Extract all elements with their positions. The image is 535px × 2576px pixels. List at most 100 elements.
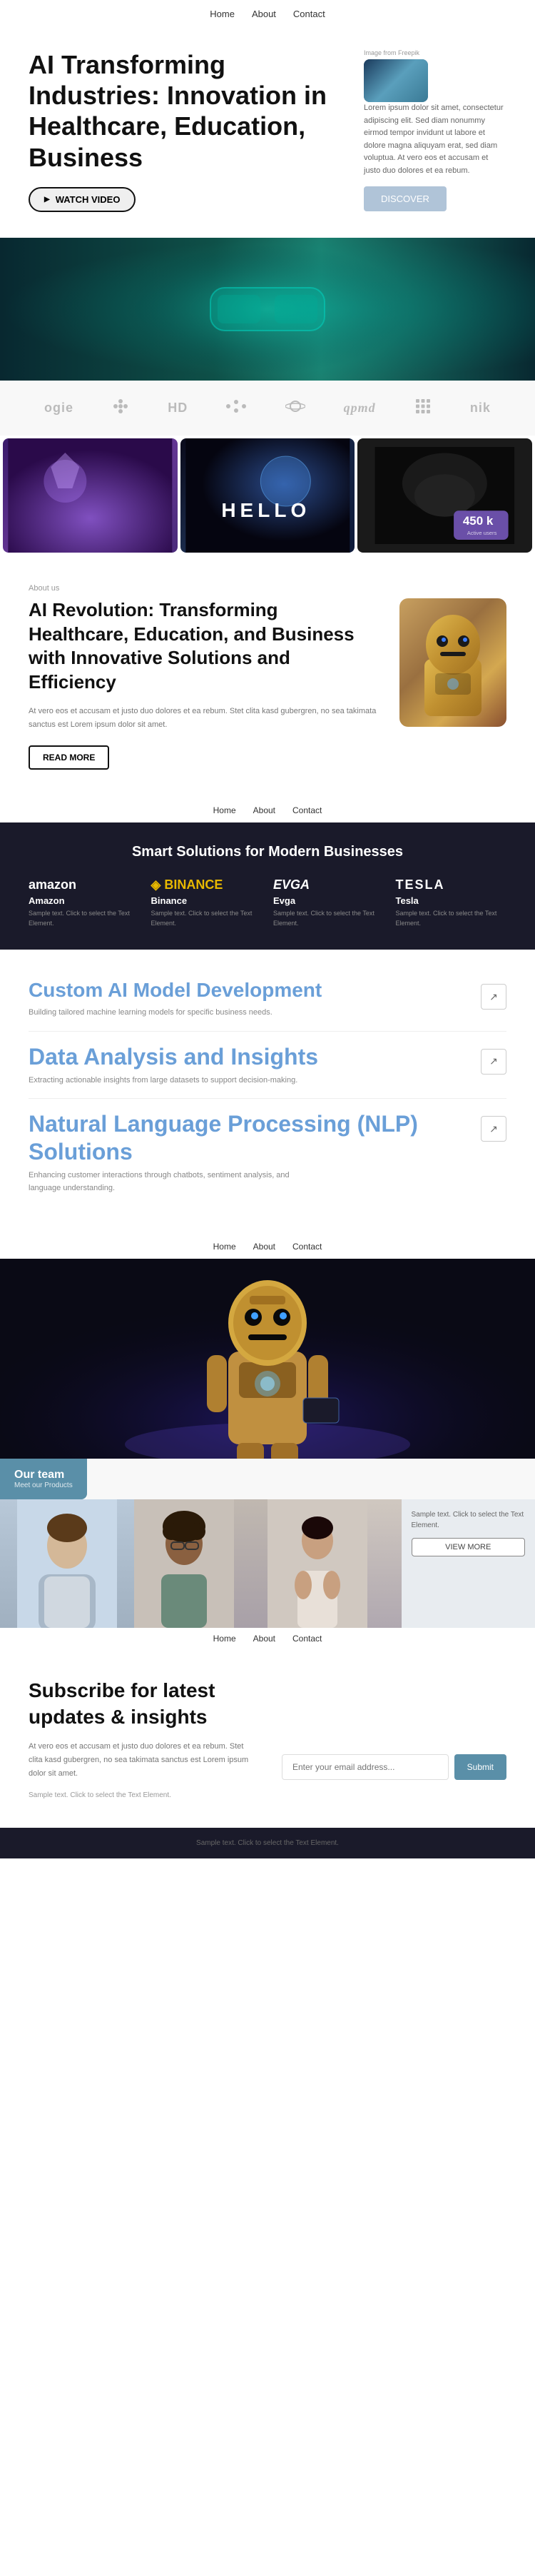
team-card-2 xyxy=(134,1499,268,1628)
team-nav: Home About Contact xyxy=(0,1628,535,1649)
read-more-button[interactable]: READ MORE xyxy=(29,745,109,770)
brand-binance: ◈ BINANCE Binance Sample text. Click to … xyxy=(151,877,263,928)
nav2-contact[interactable]: Contact xyxy=(292,805,322,815)
brand-evga: EVGA Evga Sample text. Click to select t… xyxy=(273,877,384,928)
brand-tesla: TESLA Tesla Sample text. Click to select… xyxy=(396,877,507,928)
binance-name: Binance xyxy=(151,895,263,906)
evga-logo: EVGA xyxy=(273,877,384,892)
hero-title: AI Transforming Industries: Innovation i… xyxy=(29,49,342,173)
hero-description: Lorem ipsum dolor sit amet, consectetur … xyxy=(364,102,506,178)
service-title-1: Custom AI Model Development xyxy=(29,978,472,1002)
logo-saturn xyxy=(285,399,305,417)
nav3: Home About Contact xyxy=(0,1234,535,1259)
nav3-contact[interactable]: Contact xyxy=(292,1242,322,1252)
logo-flower xyxy=(112,398,129,418)
hero-right: Image from Freepik Lorem ipsum dolor sit… xyxy=(364,49,506,223)
about-left: AI Revolution: Transforming Healthcare, … xyxy=(29,598,378,770)
service-content-2: Data Analysis and Insights Extracting ac… xyxy=(29,1043,472,1087)
image-grid: HELLO 450 k Active users xyxy=(0,436,535,555)
email-input[interactable] xyxy=(282,1754,449,1780)
logo-ogie: ogie xyxy=(44,401,73,416)
smart-title: Smart Solutions for Modern Businesses xyxy=(29,844,506,860)
hero-image-label: Image from Freepik xyxy=(364,49,506,56)
nav3-home[interactable]: Home xyxy=(213,1242,236,1252)
team-image-3 xyxy=(268,1499,402,1628)
service-item-2: Data Analysis and Insights Extracting ac… xyxy=(29,1043,506,1087)
team-image-2 xyxy=(134,1499,268,1628)
hero-thumbnail xyxy=(364,59,428,102)
team-nav-home[interactable]: Home xyxy=(213,1634,236,1644)
about-desc: At vero eos et accusam et justo duo dolo… xyxy=(29,705,378,731)
team-nav-about[interactable]: About xyxy=(253,1634,275,1644)
footer-text: Sample text. Click to select the Text El… xyxy=(29,1839,506,1847)
binance-logo: ◈ BINANCE xyxy=(151,877,263,892)
amazon-desc: Sample text. Click to select the Text El… xyxy=(29,909,140,928)
svg-text:450 k: 450 k xyxy=(463,514,494,528)
service-arrow-1[interactable]: ↗ xyxy=(481,984,506,1010)
amazon-name: Amazon xyxy=(29,895,140,906)
hero-left: AI Transforming Industries: Innovation i… xyxy=(29,49,342,223)
brand-amazon: amazon Amazon Sample text. Click to sele… xyxy=(29,877,140,928)
service-desc-3: Enhancing customer interactions through … xyxy=(29,1169,314,1194)
top-nav: Home About Contact xyxy=(0,0,535,28)
service-arrow-3[interactable]: ↗ xyxy=(481,1116,506,1142)
robot-section xyxy=(0,1259,535,1459)
nav-contact[interactable]: Contact xyxy=(293,9,325,19)
service-title-2: Data Analysis and Insights xyxy=(29,1043,472,1070)
grid-image-2: HELLO xyxy=(180,438,355,553)
nav2: Home About Contact xyxy=(0,798,535,822)
nav2-about[interactable]: About xyxy=(253,805,275,815)
submit-button[interactable]: Submit xyxy=(454,1754,506,1780)
discover-button[interactable]: DISCOVER xyxy=(364,186,447,211)
subscribe-section: Subscribe for latest updates & insights … xyxy=(0,1649,535,1828)
grid-image-1 xyxy=(3,438,178,553)
team-card-1 xyxy=(0,1499,134,1628)
hero-section: AI Transforming Industries: Innovation i… xyxy=(0,28,535,238)
team-section: Our team Meet our Products xyxy=(0,1459,535,1649)
service-title-3: Natural Language Processing (NLP) Soluti… xyxy=(29,1110,472,1165)
subscribe-title: Subscribe for latest updates & insights xyxy=(29,1678,253,1730)
svg-text:HELLO: HELLO xyxy=(221,499,310,521)
person-svg-1 xyxy=(17,1499,117,1628)
watch-video-button[interactable]: WATCH VIDEO xyxy=(29,187,136,212)
grid-image-3: 450 k Active users xyxy=(357,438,532,553)
team-grid: Sample text. Click to select the Text El… xyxy=(0,1499,535,1628)
tesla-name: Tesla xyxy=(396,895,507,906)
services-section: Custom AI Model Development Building tai… xyxy=(0,950,535,1234)
service-item-1: Custom AI Model Development Building tai… xyxy=(29,978,506,1019)
service-desc-2: Extracting actionable insights from larg… xyxy=(29,1075,314,1087)
robot-background xyxy=(0,1259,535,1459)
subscribe-footer-text: Sample text. Click to select the Text El… xyxy=(29,1791,506,1799)
team-image-1 xyxy=(0,1499,134,1628)
binance-desc: Sample text. Click to select the Text El… xyxy=(151,909,263,928)
tesla-logo: TESLA xyxy=(396,877,507,892)
team-nav-contact[interactable]: Contact xyxy=(292,1634,322,1644)
service-desc-1: Building tailored machine learning model… xyxy=(29,1007,314,1020)
vr-banner xyxy=(0,238,535,381)
nav-home[interactable]: Home xyxy=(210,9,235,19)
team-header: Our team Meet our Products xyxy=(0,1459,87,1499)
about-section: About us AI Revolution: Transforming Hea… xyxy=(0,555,535,799)
subscribe-form: Submit xyxy=(282,1754,506,1780)
nav2-home[interactable]: Home xyxy=(213,805,236,815)
team-sublabel: Meet our Products xyxy=(14,1481,73,1489)
subscribe-right: Submit xyxy=(282,1678,506,1780)
logo-nik: nik xyxy=(470,401,491,416)
logo-blackberry xyxy=(414,398,432,418)
service-content-3: Natural Language Processing (NLP) Soluti… xyxy=(29,1110,472,1194)
nav-about[interactable]: About xyxy=(252,9,276,19)
about-tag: About us xyxy=(29,584,506,593)
evga-desc: Sample text. Click to select the Text El… xyxy=(273,909,384,928)
view-more-button[interactable]: VIEW MORE xyxy=(412,1538,526,1556)
about-title: AI Revolution: Transforming Healthcare, … xyxy=(29,598,378,695)
evga-name: Evga xyxy=(273,895,384,906)
person-svg-3 xyxy=(268,1499,367,1628)
nav3-about[interactable]: About xyxy=(253,1242,275,1252)
amazon-logo: amazon xyxy=(29,877,140,892)
service-arrow-2[interactable]: ↗ xyxy=(481,1049,506,1075)
logo-dots xyxy=(226,400,246,416)
team-card-extra: Sample text. Click to select the Text El… xyxy=(402,1499,535,1628)
service-content-1: Custom AI Model Development Building tai… xyxy=(29,978,472,1019)
person-svg-2 xyxy=(134,1499,234,1628)
subscribe-left: Subscribe for latest updates & insights … xyxy=(29,1678,253,1780)
